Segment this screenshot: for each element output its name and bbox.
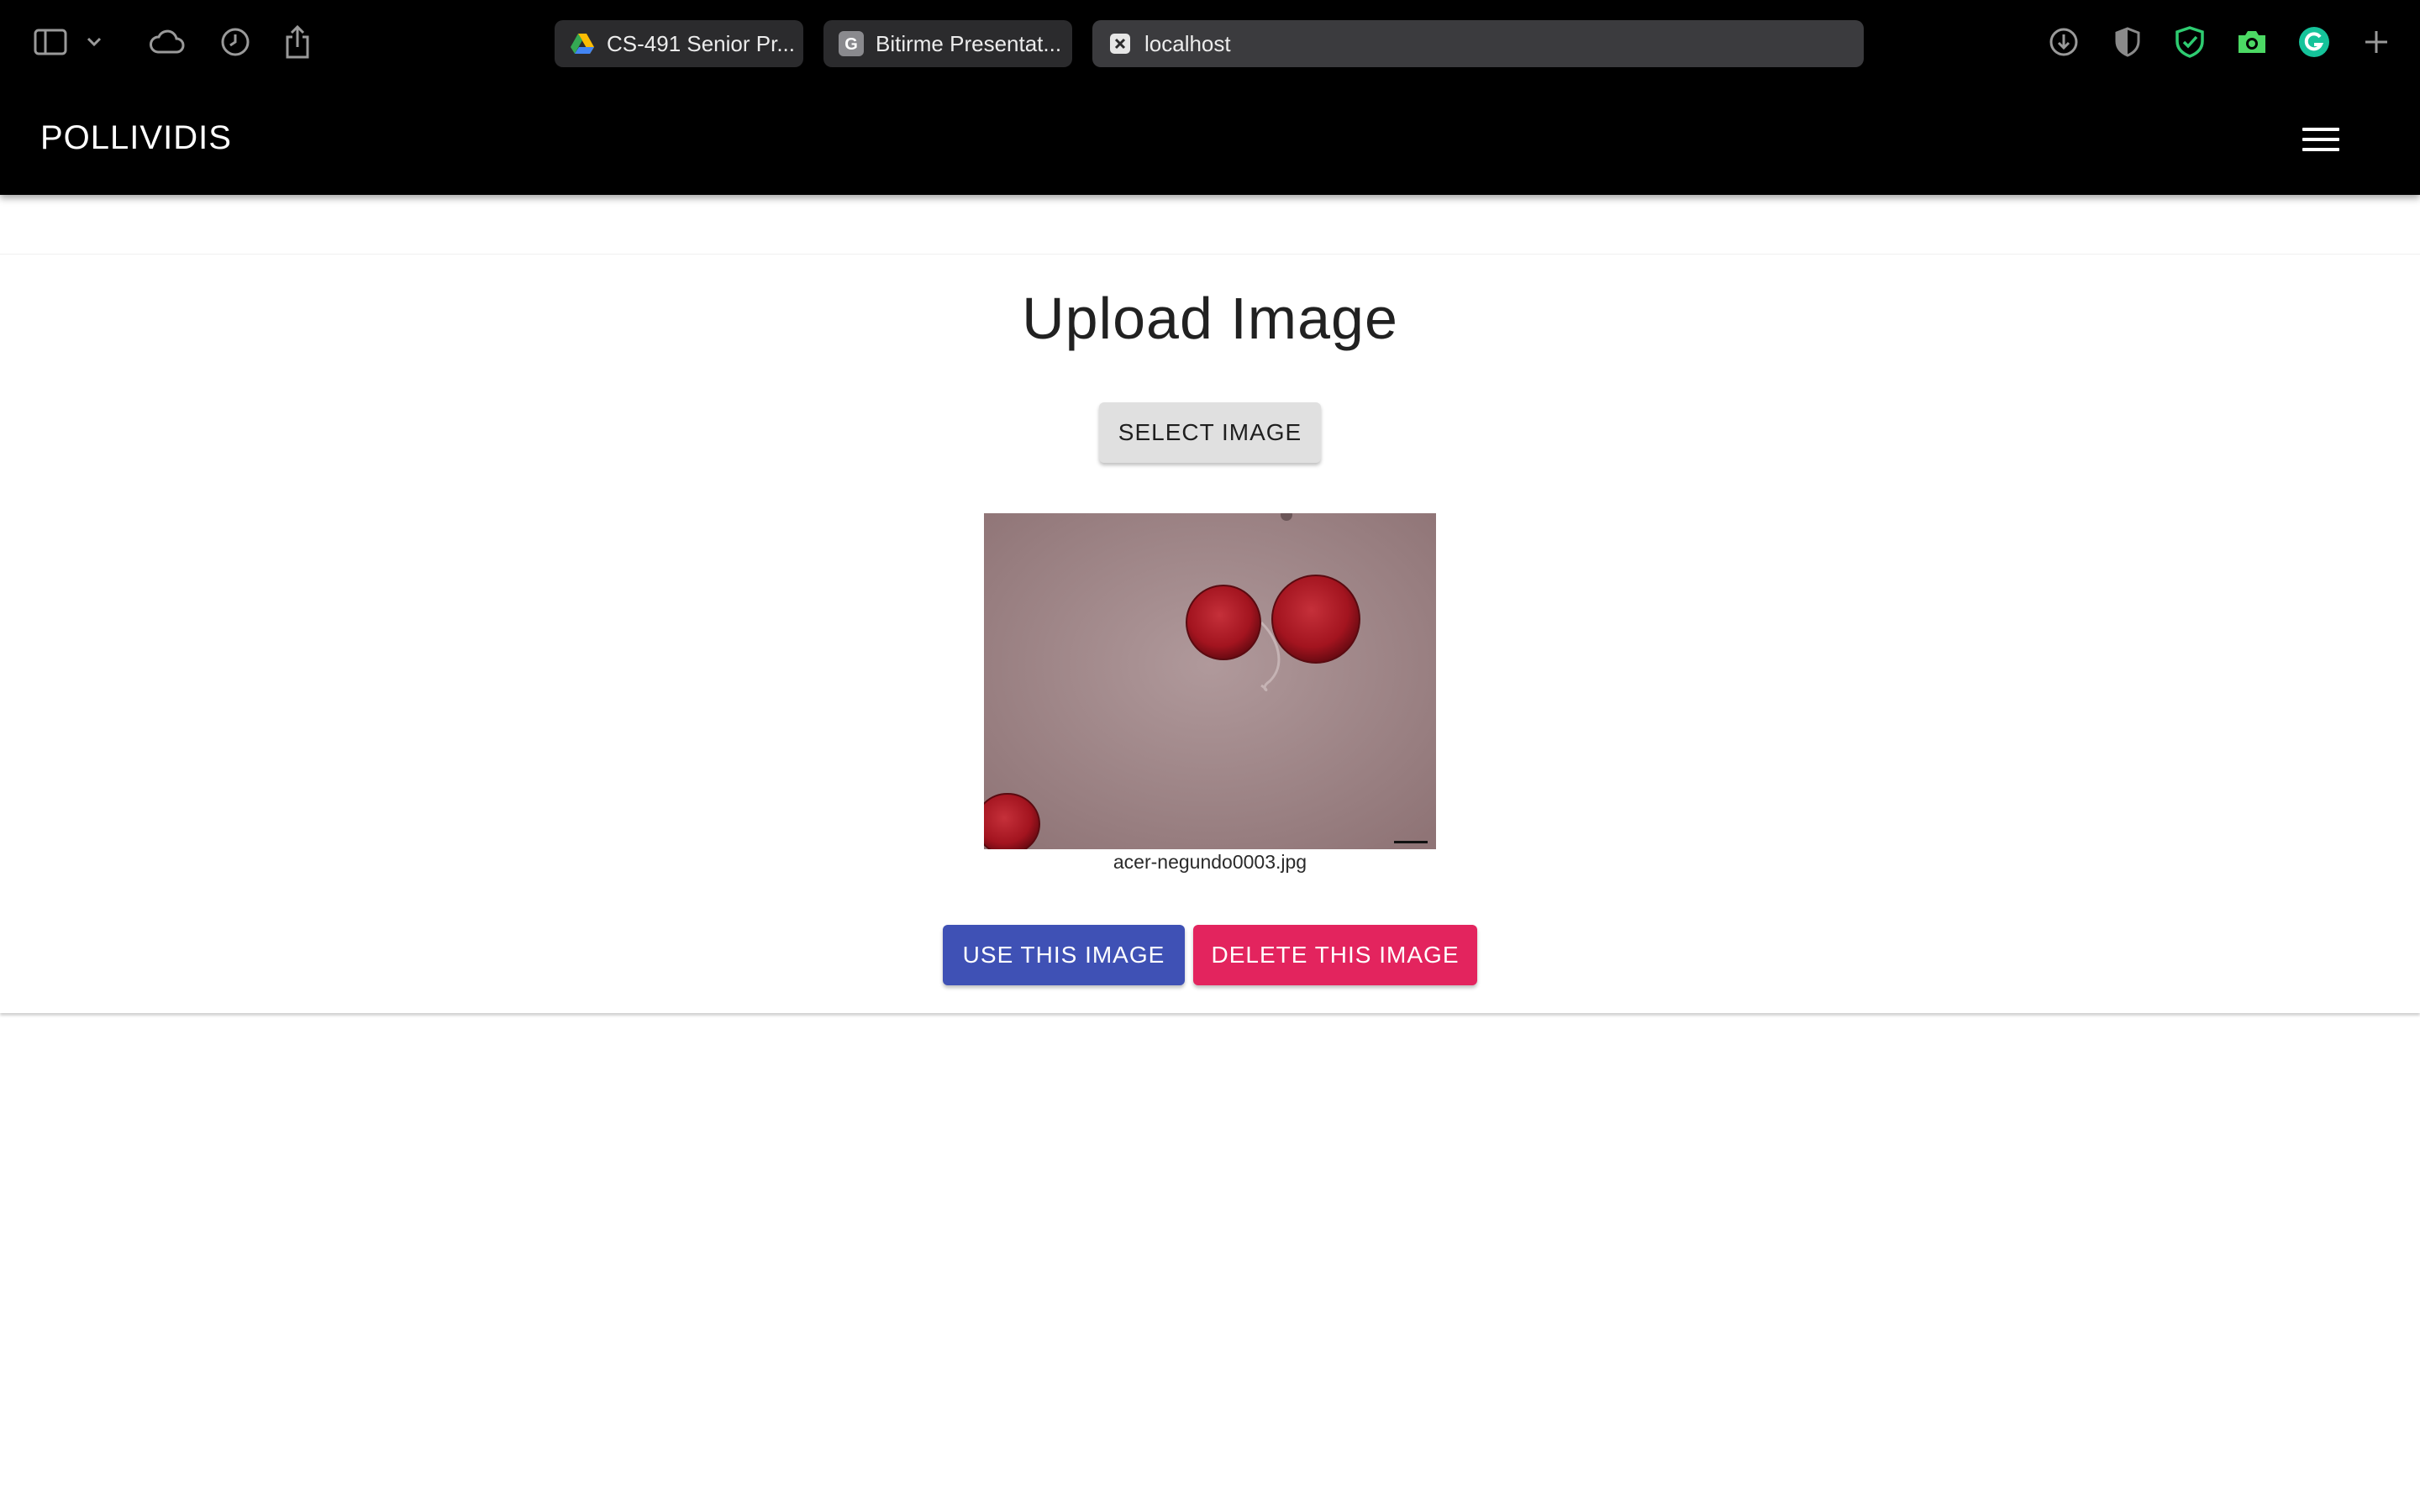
chevron-down-icon[interactable] [77, 24, 111, 60]
image-preview [984, 513, 1436, 849]
use-image-button[interactable]: USE THIS IMAGE [943, 925, 1185, 985]
sidebar-toggle-icon[interactable] [32, 24, 69, 60]
delete-image-button[interactable]: DELETE THIS IMAGE [1193, 925, 1477, 985]
new-tab-plus-icon[interactable] [2358, 24, 2395, 60]
camera-icon[interactable] [2233, 24, 2270, 60]
tab-label: CS-491 Senior Pr... [607, 30, 795, 56]
browser-tab[interactable]: G Bitirme Presentat... [823, 20, 1072, 67]
download-icon[interactable] [2045, 24, 2082, 60]
svg-text:G: G [844, 35, 858, 54]
grammarly-icon[interactable] [2296, 24, 2333, 60]
shield-half-icon[interactable] [2109, 24, 2146, 60]
app-bar: POLLIVIDIS [0, 84, 2420, 195]
history-clock-icon[interactable] [217, 24, 254, 60]
brand-title[interactable]: POLLIVIDIS [40, 119, 232, 157]
shield-check-icon[interactable] [2171, 24, 2208, 60]
google-drive-icon [570, 31, 595, 56]
tab-label: Bitirme Presentat... [876, 30, 1062, 56]
browser-tab[interactable]: CS-491 Senior Pr... [555, 20, 803, 67]
hamburger-menu-icon[interactable] [2302, 121, 2339, 158]
g-letter-icon: G [839, 31, 864, 56]
tab-label: localhost [1144, 30, 1231, 56]
close-box-icon[interactable] [1107, 31, 1133, 56]
image-filename: acer-negundo0003.jpg [1113, 851, 1307, 873]
browser-tab-active[interactable]: localhost [1092, 20, 1864, 67]
select-image-button[interactable]: SELECT IMAGE [1099, 402, 1321, 463]
icloud-icon[interactable] [148, 24, 185, 60]
share-icon[interactable] [279, 24, 316, 60]
browser-toolbar: CS-491 Senior Pr... G Bitirme Presentat.… [0, 0, 2420, 84]
page-title: Upload Image [1022, 286, 1398, 351]
upload-card: Upload Image SELECT IMAGE acer-negundo00… [0, 254, 2420, 1013]
